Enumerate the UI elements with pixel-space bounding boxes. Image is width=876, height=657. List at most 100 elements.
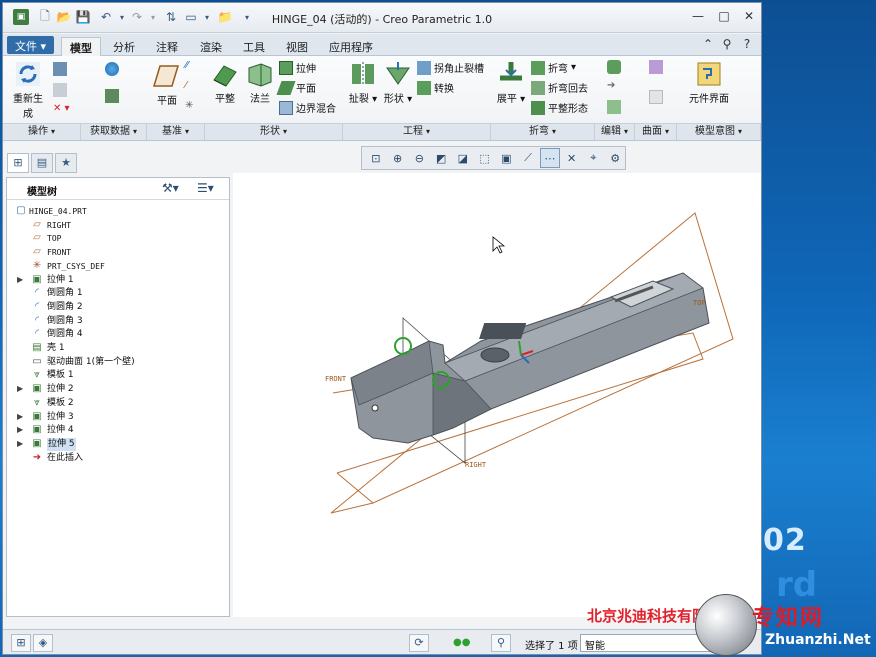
tree-item-extrude[interactable]: ▶ ▣ 拉伸 3 — [7, 411, 227, 425]
tree-item-extrude[interactable]: ▶ ▣ 拉伸 5 — [7, 437, 227, 452]
convert-button[interactable]: 转换 — [417, 80, 454, 95]
delete-button[interactable]: ✕ ▾ — [53, 103, 70, 114]
tree-item-extrude[interactable]: ▶ ▣ 拉伸 4 — [7, 424, 227, 438]
browser-toggle-icon[interactable]: ◈ — [33, 634, 53, 652]
tree-item-part[interactable]: ▢ HINGE_04.PRT — [7, 205, 227, 219]
zoom-out-icon[interactable]: ⊖ — [410, 148, 430, 168]
find-icon[interactable]: ⚲ — [491, 634, 511, 652]
graphics-area[interactable]: FRONT RIGHT TOP — [233, 173, 761, 617]
group-operations[interactable]: 操作 ▾ — [3, 123, 81, 140]
datum-axis-button[interactable]: ⁄⁄ — [185, 60, 188, 71]
pattern-button[interactable] — [607, 100, 621, 114]
maximize-icon[interactable]: □ — [715, 8, 733, 24]
point-display-icon[interactable]: ✕ — [562, 148, 582, 168]
refit-icon[interactable]: ⊡ — [366, 148, 386, 168]
csys-display-icon[interactable]: ⌖ — [584, 148, 604, 168]
component-interface-button[interactable]: 元件界面 — [689, 60, 729, 105]
tree-item-plane[interactable]: ▱ RIGHT — [7, 219, 227, 233]
annotation-display-icon[interactable]: ⚙ — [605, 148, 625, 168]
help-icon[interactable]: ? — [739, 37, 755, 53]
group-get-data[interactable]: 获取数据 ▾ — [81, 123, 147, 140]
favorites-tab-icon[interactable]: ★ — [55, 153, 77, 173]
edit-arrow-button[interactable]: ➔ — [607, 80, 615, 91]
tab-view[interactable]: 视图 — [278, 37, 316, 56]
tree-item-round[interactable]: ◜ 倒圆角 2 — [7, 301, 227, 315]
group-surfaces[interactable]: 曲面 ▾ — [635, 123, 677, 140]
flange-wall-button[interactable]: 法兰 — [243, 60, 277, 105]
tree-item-plane[interactable]: ▱ TOP — [7, 232, 227, 246]
model-tree-tab-icon[interactable]: ⊞ — [7, 153, 29, 173]
group-datum[interactable]: 基准 ▾ — [147, 123, 205, 140]
tree-item-template[interactable]: ⩔ 模板 1 — [7, 369, 227, 383]
rip-button[interactable]: 扯裂 ▾ — [346, 60, 380, 105]
saved-orientations-icon[interactable]: ⬚ — [475, 148, 495, 168]
expand-arrow-icon[interactable]: ▶ — [17, 412, 23, 421]
group-engineering[interactable]: 工程 ▾ — [343, 123, 491, 140]
folder-browser-tab-icon[interactable]: ▤ — [31, 153, 53, 173]
bend-button[interactable]: 折弯 ▾ — [531, 60, 576, 75]
copy-geometry-button[interactable] — [105, 89, 119, 103]
tab-render[interactable]: 渲染 — [192, 37, 230, 56]
group-shapes[interactable]: 形状 ▾ — [205, 123, 343, 140]
datum-point-button[interactable]: ⁄ — [185, 80, 187, 91]
minimize-icon[interactable]: — — [689, 8, 707, 24]
surface-edit-button[interactable] — [649, 90, 663, 104]
repaint-icon[interactable]: ◩ — [431, 148, 451, 168]
plane-button[interactable]: 平面 — [149, 62, 185, 107]
tree-item-surface[interactable]: ▭ 驱动曲面 1(第一个壁) — [7, 356, 227, 370]
surface-button[interactable] — [649, 60, 663, 74]
zoom-in-icon[interactable]: ⊕ — [388, 148, 408, 168]
collapse-ribbon-icon[interactable]: ⌃ — [700, 37, 716, 53]
csys-button[interactable]: ✳ — [185, 100, 193, 111]
tree-item-plane[interactable]: ▱ FRONT — [7, 246, 227, 260]
unbend-button[interactable]: 展平 ▾ — [493, 60, 529, 105]
form-button[interactable]: 形状 ▾ — [381, 60, 415, 105]
regen-status-icon[interactable]: ⟳ — [409, 634, 429, 652]
tab-tools[interactable]: 工具 — [235, 37, 273, 56]
tree-item-shell[interactable]: ▤ 壳 1 — [7, 342, 227, 356]
tab-model[interactable]: 模型 — [61, 37, 101, 56]
group-editing[interactable]: 编辑 ▾ — [595, 123, 635, 140]
view-manager-icon[interactable]: ▣ — [497, 148, 517, 168]
user-defined-feature-button[interactable] — [105, 62, 119, 76]
corner-relief-button[interactable]: 拐角止裂槽 — [417, 60, 484, 75]
tree-item-extrude[interactable]: ▶ ▣ 拉伸 1 — [7, 274, 227, 288]
flat-pattern-button[interactable]: 平整形态 — [531, 100, 588, 115]
boundary-blend-button[interactable]: 边界混合 — [279, 100, 336, 115]
axis-display-icon[interactable]: ⋯ — [540, 148, 560, 168]
expand-arrow-icon[interactable]: ▶ — [17, 425, 23, 434]
tree-item-round[interactable]: ◜ 倒圆角 3 — [7, 315, 227, 329]
tab-analysis[interactable]: 分析 — [105, 37, 143, 56]
search-icon[interactable]: ⚲ — [719, 37, 735, 53]
copy-button[interactable] — [53, 62, 67, 76]
paste-button[interactable] — [53, 83, 67, 97]
tree-item-extrude[interactable]: ▶ ▣ 拉伸 2 — [7, 383, 227, 397]
tab-annotate[interactable]: 注释 — [148, 37, 186, 56]
mirror-button[interactable] — [607, 60, 621, 74]
tab-file[interactable]: 文件 ▾ — [7, 36, 55, 54]
datum-display-icon[interactable]: ⟋ — [518, 148, 538, 168]
flat-small-button[interactable]: 平面 — [276, 80, 316, 95]
expand-arrow-icon[interactable]: ▶ — [17, 275, 23, 284]
expand-arrow-icon[interactable]: ▶ — [17, 439, 23, 448]
model-viewport[interactable]: FRONT RIGHT TOP — [233, 173, 761, 617]
navigator-toggle-icon[interactable]: ⊞ — [11, 634, 31, 652]
tab-applications[interactable]: 应用程序 — [321, 37, 381, 56]
tree-item-insert[interactable]: ➜ 在此插入 — [7, 452, 227, 466]
tree-item-csys[interactable]: ✳ PRT_CSYS_DEF — [7, 260, 227, 274]
group-bends[interactable]: 折弯 ▾ — [491, 123, 595, 140]
display-style-icon[interactable]: ◪ — [453, 148, 473, 168]
tree-settings-icon[interactable]: ⚒▾ — [162, 181, 179, 195]
regenerate-button[interactable]: 重新生成 — [9, 60, 47, 120]
tree-item-round[interactable]: ◜ 倒圆角 1 — [7, 287, 227, 301]
part-hinge[interactable] — [350, 272, 710, 444]
bend-back-button[interactable]: 折弯回去 — [531, 80, 588, 95]
tree-item-template[interactable]: ⩔ 模板 2 — [7, 397, 227, 411]
tree-columns-icon[interactable]: ☰▾ — [197, 181, 214, 195]
tree-item-round[interactable]: ◜ 倒圆角 4 — [7, 328, 227, 342]
group-model-intent[interactable]: 模型意图 ▾ — [677, 123, 761, 140]
extrude-button[interactable]: 拉伸 — [279, 60, 316, 75]
close-icon[interactable]: ✕ — [740, 8, 758, 24]
flat-wall-button[interactable]: 平整 — [208, 60, 242, 105]
expand-arrow-icon[interactable]: ▶ — [17, 384, 23, 393]
